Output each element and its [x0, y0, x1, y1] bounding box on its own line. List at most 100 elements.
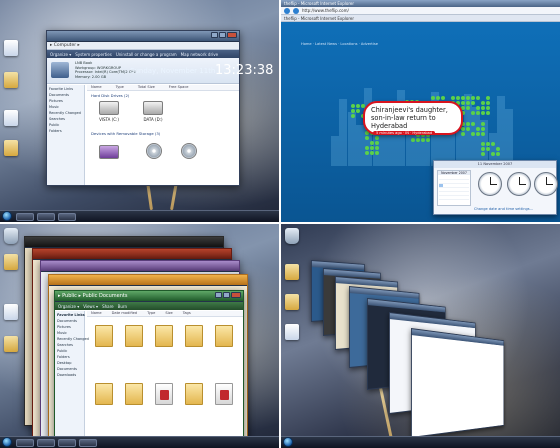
nav-item[interactable]: Documents [57, 367, 82, 372]
nav-item[interactable]: Downloads [57, 373, 82, 378]
maximize-button[interactable] [223, 292, 230, 298]
nav-item[interactable]: Music [49, 105, 82, 110]
desktop-icon[interactable] [4, 40, 18, 56]
command-uninstall[interactable]: Uninstall or change a program [116, 52, 177, 57]
nav-item[interactable]: Pictures [49, 99, 82, 104]
taskbar-button[interactable] [58, 438, 76, 447]
nav-item[interactable]: Recently Changed [49, 111, 82, 116]
recycle-bin-icon[interactable] [4, 228, 18, 244]
taskbar-button[interactable] [79, 438, 97, 447]
nav-item[interactable]: Folders [57, 355, 82, 360]
folder-icon[interactable] [125, 325, 143, 347]
desktop-icon[interactable] [285, 264, 299, 280]
nav-item[interactable]: Recently Changed [57, 337, 89, 342]
ie-title-bar[interactable]: theflip - Microsoft Internet Explorer [281, 0, 560, 7]
folder-icon[interactable] [185, 383, 203, 405]
folder-icon[interactable] [215, 325, 233, 347]
recycle-bin-icon[interactable] [285, 228, 299, 244]
window-frame[interactable] [25, 237, 223, 248]
window-frame[interactable] [49, 275, 247, 286]
desktop-icon[interactable] [4, 110, 18, 126]
window-frame[interactable]: ▸ Public ▸ Public Documents [55, 291, 243, 302]
nav-item[interactable]: Music [57, 331, 82, 336]
command-burn[interactable]: Burn [118, 304, 127, 309]
column-header[interactable]: Date modified [112, 311, 137, 316]
forward-icon[interactable] [293, 7, 299, 14]
taskbar-button[interactable] [37, 212, 55, 221]
close-button[interactable] [227, 32, 237, 38]
command-organize[interactable]: Organize ▾ [50, 52, 71, 57]
folder-icon[interactable] [185, 325, 203, 347]
hard-drive-icon[interactable] [143, 101, 163, 115]
column-header[interactable]: Size [165, 311, 172, 316]
start-orb[interactable] [2, 437, 12, 447]
removable-drive-icon[interactable] [99, 145, 119, 159]
column-header[interactable]: Name [91, 85, 102, 90]
window-frame[interactable] [33, 249, 231, 260]
ie-address-bar[interactable]: http://www.theflip.com/ [281, 7, 560, 15]
command-views[interactable]: Views ▾ [83, 304, 98, 309]
folder-icon[interactable] [155, 325, 173, 347]
nav-item[interactable]: Folders [49, 129, 82, 134]
flip-window[interactable] [411, 328, 505, 438]
desktop-icon[interactable] [4, 140, 18, 156]
command-organize[interactable]: Organize ▾ [58, 304, 79, 309]
nav-item[interactable]: Public [57, 349, 82, 354]
minimize-button[interactable] [215, 292, 222, 298]
window-frame[interactable] [47, 31, 239, 42]
folder-icon[interactable] [95, 325, 113, 347]
desktop-icon[interactable] [4, 336, 18, 352]
command-map-drive[interactable]: Map network drive [181, 52, 218, 57]
nav-item[interactable]: Documents [49, 93, 82, 98]
headline-callout[interactable]: Chiranjeevi's daughter, son-in-law retur… [363, 101, 463, 135]
hard-drive-icon[interactable] [99, 101, 119, 115]
nav-item[interactable]: Searches [57, 343, 82, 348]
cd-drive-icon[interactable] [181, 143, 197, 159]
start-orb[interactable] [2, 211, 12, 221]
site-menu[interactable]: Home · Latest News · Locations · Adverti… [301, 42, 378, 46]
map-dot [491, 142, 495, 146]
nav-item[interactable]: Searches [49, 117, 82, 122]
address-bar[interactable]: ▸ Computer ▸ [47, 42, 239, 50]
nav-item[interactable]: Favorite Links [49, 87, 82, 92]
taskbar-button[interactable] [16, 438, 34, 447]
nav-item[interactable]: Documents [57, 319, 82, 324]
column-header[interactable]: Free Space [169, 85, 189, 90]
pdf-document-icon[interactable] [155, 383, 173, 405]
maximize-button[interactable] [219, 32, 226, 38]
start-orb[interactable] [283, 437, 293, 447]
pdf-document-icon[interactable] [215, 383, 233, 405]
screenshot-collage: ▸ Computer ▸ Organize ▾ System propertie… [0, 0, 560, 448]
column-header[interactable]: Tags [183, 311, 191, 316]
folder-address[interactable]: ▸ Public ▸ Public Documents [58, 293, 127, 299]
taskbar-button[interactable] [37, 438, 55, 447]
command-system-properties[interactable]: System properties [75, 52, 112, 57]
folder-icon[interactable] [95, 383, 113, 405]
back-icon[interactable] [284, 7, 290, 14]
taskbar-button[interactable] [16, 212, 34, 221]
column-header[interactable]: Type [147, 311, 155, 316]
column-header[interactable]: Total Size [138, 85, 155, 90]
desktop-icon[interactable] [4, 304, 18, 320]
desktop-icon[interactable] [285, 324, 299, 340]
calendar[interactable]: November 2007 [437, 170, 471, 206]
ie-tab[interactable]: theflip - Microsoft Internet Explorer [281, 15, 560, 22]
nav-item[interactable]: Pictures [57, 325, 82, 330]
desktop-icon[interactable] [4, 254, 18, 270]
calendar-day[interactable] [464, 196, 469, 200]
folder-icon[interactable] [125, 383, 143, 405]
column-header[interactable]: Type [116, 85, 124, 90]
window-frame[interactable] [41, 261, 239, 272]
nav-item[interactable]: Desktop [57, 361, 82, 366]
desktop-icon[interactable] [4, 72, 18, 88]
change-time-link[interactable]: Change date and time settings... [474, 207, 533, 211]
taskbar-button[interactable] [58, 212, 76, 221]
ie-url[interactable]: http://www.theflip.com/ [302, 8, 349, 13]
minimize-button[interactable] [211, 32, 218, 38]
cd-drive-icon[interactable] [146, 143, 162, 159]
column-header[interactable]: Name [91, 311, 102, 316]
close-button[interactable] [231, 292, 241, 298]
nav-item[interactable]: Public [49, 123, 82, 128]
desktop-icon[interactable] [285, 294, 299, 310]
command-share[interactable]: Share [102, 304, 114, 309]
